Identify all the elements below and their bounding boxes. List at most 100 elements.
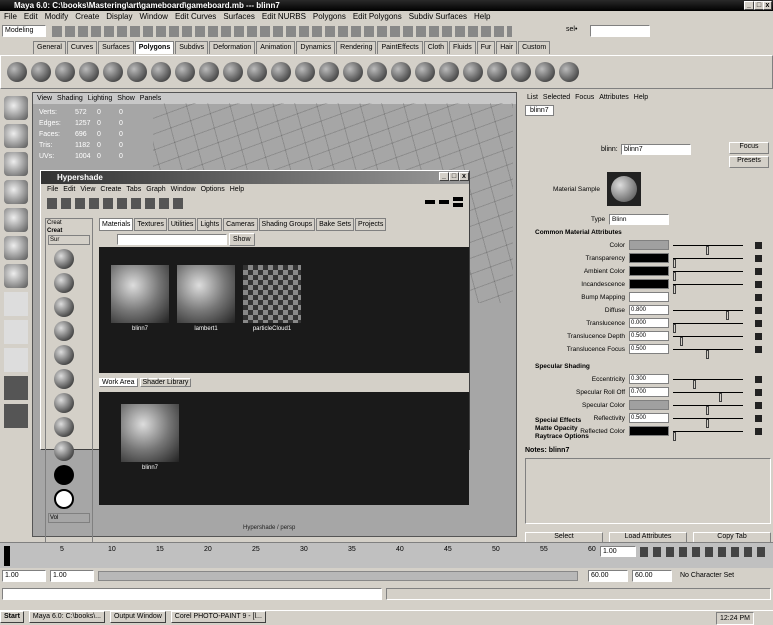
hs-menu-graph[interactable]: Graph (146, 186, 165, 193)
lasso-tool-icon[interactable] (4, 124, 28, 148)
minimize-button[interactable]: _ (744, 1, 754, 10)
hs-tab-bake-sets[interactable]: Bake Sets (316, 218, 355, 231)
create-layered-icon[interactable] (54, 369, 74, 389)
end-time-field[interactable]: 60.00 (632, 570, 672, 582)
attr-slider[interactable] (673, 271, 743, 281)
create-lambert-icon[interactable] (54, 273, 74, 293)
rotate-tool-icon[interactable] (4, 208, 28, 232)
type-select[interactable]: Blinn (609, 214, 669, 225)
attr-field[interactable]: 0.000 (629, 318, 669, 328)
four-view-icon[interactable] (4, 320, 28, 344)
menu-edit-polygons[interactable]: Edit Polygons (353, 12, 402, 21)
vp-menu-shading[interactable]: Shading (57, 95, 83, 102)
move-tool-icon[interactable] (4, 180, 28, 204)
cleanup-icon[interactable] (559, 62, 579, 82)
tab-deformation[interactable]: Deformation (209, 41, 256, 54)
hypershade-layout-icon[interactable] (4, 376, 28, 400)
create-ocean-icon[interactable] (54, 489, 74, 509)
delete-edge-icon[interactable] (367, 62, 387, 82)
menu-polygons[interactable]: Polygons (313, 12, 346, 21)
menu-help[interactable]: Help (474, 12, 490, 21)
taskbar-task-output[interactable]: Output Window (109, 611, 166, 624)
tab-fluids[interactable]: Fluids (449, 41, 476, 54)
subdivide-icon[interactable] (439, 62, 459, 82)
attr-field[interactable] (629, 400, 669, 410)
attr-field[interactable] (629, 279, 669, 289)
hs-tab-shading-groups[interactable]: Shading Groups (258, 218, 316, 231)
graph-layout-icon[interactable] (4, 404, 28, 428)
hs-menu-create[interactable]: Create (100, 186, 121, 193)
menu-subdiv-surfaces[interactable]: Subdiv Surfaces (409, 12, 467, 21)
combine-icon[interactable] (151, 62, 171, 82)
hs-menu-help[interactable]: Help (230, 186, 244, 193)
map-button-icon[interactable] (755, 346, 762, 353)
taskbar-task-maya[interactable]: Maya 6.0: C:\books\... (28, 611, 105, 624)
reduce-icon[interactable] (535, 62, 555, 82)
attr-slider[interactable] (673, 323, 743, 333)
hs-tool-icons[interactable] (47, 198, 187, 209)
hs-tab-cameras[interactable]: Cameras (223, 218, 258, 231)
vp-menu-show[interactable]: Show (117, 95, 135, 102)
create-phong-icon[interactable] (54, 297, 74, 317)
mode-select[interactable]: Modeling (2, 25, 46, 37)
material-swatch[interactable]: lambert1 (175, 265, 237, 341)
triangulate-icon[interactable] (295, 62, 315, 82)
tab-surfaces[interactable]: Surfaces (98, 41, 134, 54)
quadrangulate-icon[interactable] (319, 62, 339, 82)
tab-dynamics[interactable]: Dynamics (296, 41, 336, 54)
work-node[interactable]: blinn7 (119, 404, 181, 480)
hs-menu-options[interactable]: Options (201, 186, 225, 193)
ae-menu-help[interactable]: Help (634, 94, 648, 101)
map-button-icon[interactable] (755, 333, 762, 340)
attr-field[interactable] (629, 266, 669, 276)
specular-section[interactable]: Specular Shading (523, 362, 773, 372)
attr-slider[interactable] (673, 284, 743, 294)
map-button-icon[interactable] (755, 389, 762, 396)
attr-slider[interactable] (673, 392, 743, 402)
status-icon-strip[interactable] (52, 26, 512, 37)
poly-torus-icon[interactable] (127, 62, 147, 82)
ae-menu-attributes[interactable]: Attributes (599, 94, 629, 101)
attr-slider[interactable] (673, 310, 743, 320)
taskbar-task-corel[interactable]: Corel PHOTO-PAINT 9 - [l... (170, 611, 266, 624)
poly-cube-icon[interactable] (31, 62, 51, 82)
create-surface-shader-icon[interactable] (54, 441, 74, 461)
vp-menu-lighting[interactable]: Lighting (88, 95, 113, 102)
scale-tool-icon[interactable] (4, 236, 28, 260)
uv-icon[interactable] (391, 62, 411, 82)
sel-input[interactable] (590, 25, 650, 37)
hs-tab-projects[interactable]: Projects (355, 218, 387, 231)
map-button-icon[interactable] (755, 307, 762, 314)
separate-icon[interactable] (175, 62, 195, 82)
material-swatch[interactable]: particleCloud1 (241, 265, 303, 341)
attr-slider[interactable] (673, 379, 743, 389)
attr-field[interactable]: 0.700 (629, 387, 669, 397)
poly-cone-icon[interactable] (79, 62, 99, 82)
smooth-icon[interactable] (271, 62, 291, 82)
node-name-field[interactable]: blinn7 (621, 144, 691, 155)
tab-rendering[interactable]: Rendering (336, 41, 377, 54)
attr-field[interactable]: 0.300 (629, 374, 669, 384)
presets-button[interactable]: Presets (729, 156, 769, 168)
hs-menu-window[interactable]: Window (171, 186, 196, 193)
select-tool-icon[interactable] (4, 96, 28, 120)
tab-work-area[interactable]: Work Area (99, 378, 138, 387)
map-button-icon[interactable] (755, 281, 762, 288)
attr-field[interactable] (629, 253, 669, 263)
both-panels-icon[interactable] (453, 197, 463, 207)
merge-icon[interactable] (343, 62, 363, 82)
map-button-icon[interactable] (755, 255, 762, 262)
tab-general[interactable]: General (33, 41, 66, 54)
show-button[interactable]: Show (229, 233, 255, 246)
menu-display[interactable]: Display (106, 12, 132, 21)
materials-panel[interactable]: blinn7 lambert1 particleCloud1 (99, 247, 469, 373)
hs-menu-edit[interactable]: Edit (63, 186, 75, 193)
create-tabs[interactable]: Creat (46, 219, 92, 227)
tab-curves[interactable]: Curves (66, 41, 98, 54)
map-button-icon[interactable] (755, 268, 762, 275)
common-attributes-section[interactable]: Common Material Attributes (523, 228, 773, 238)
tab-polygons[interactable]: Polygons (134, 41, 175, 54)
map-button-icon[interactable] (755, 242, 762, 249)
menu-window[interactable]: Window (140, 12, 168, 21)
vp-menu-panels[interactable]: Panels (140, 95, 161, 102)
